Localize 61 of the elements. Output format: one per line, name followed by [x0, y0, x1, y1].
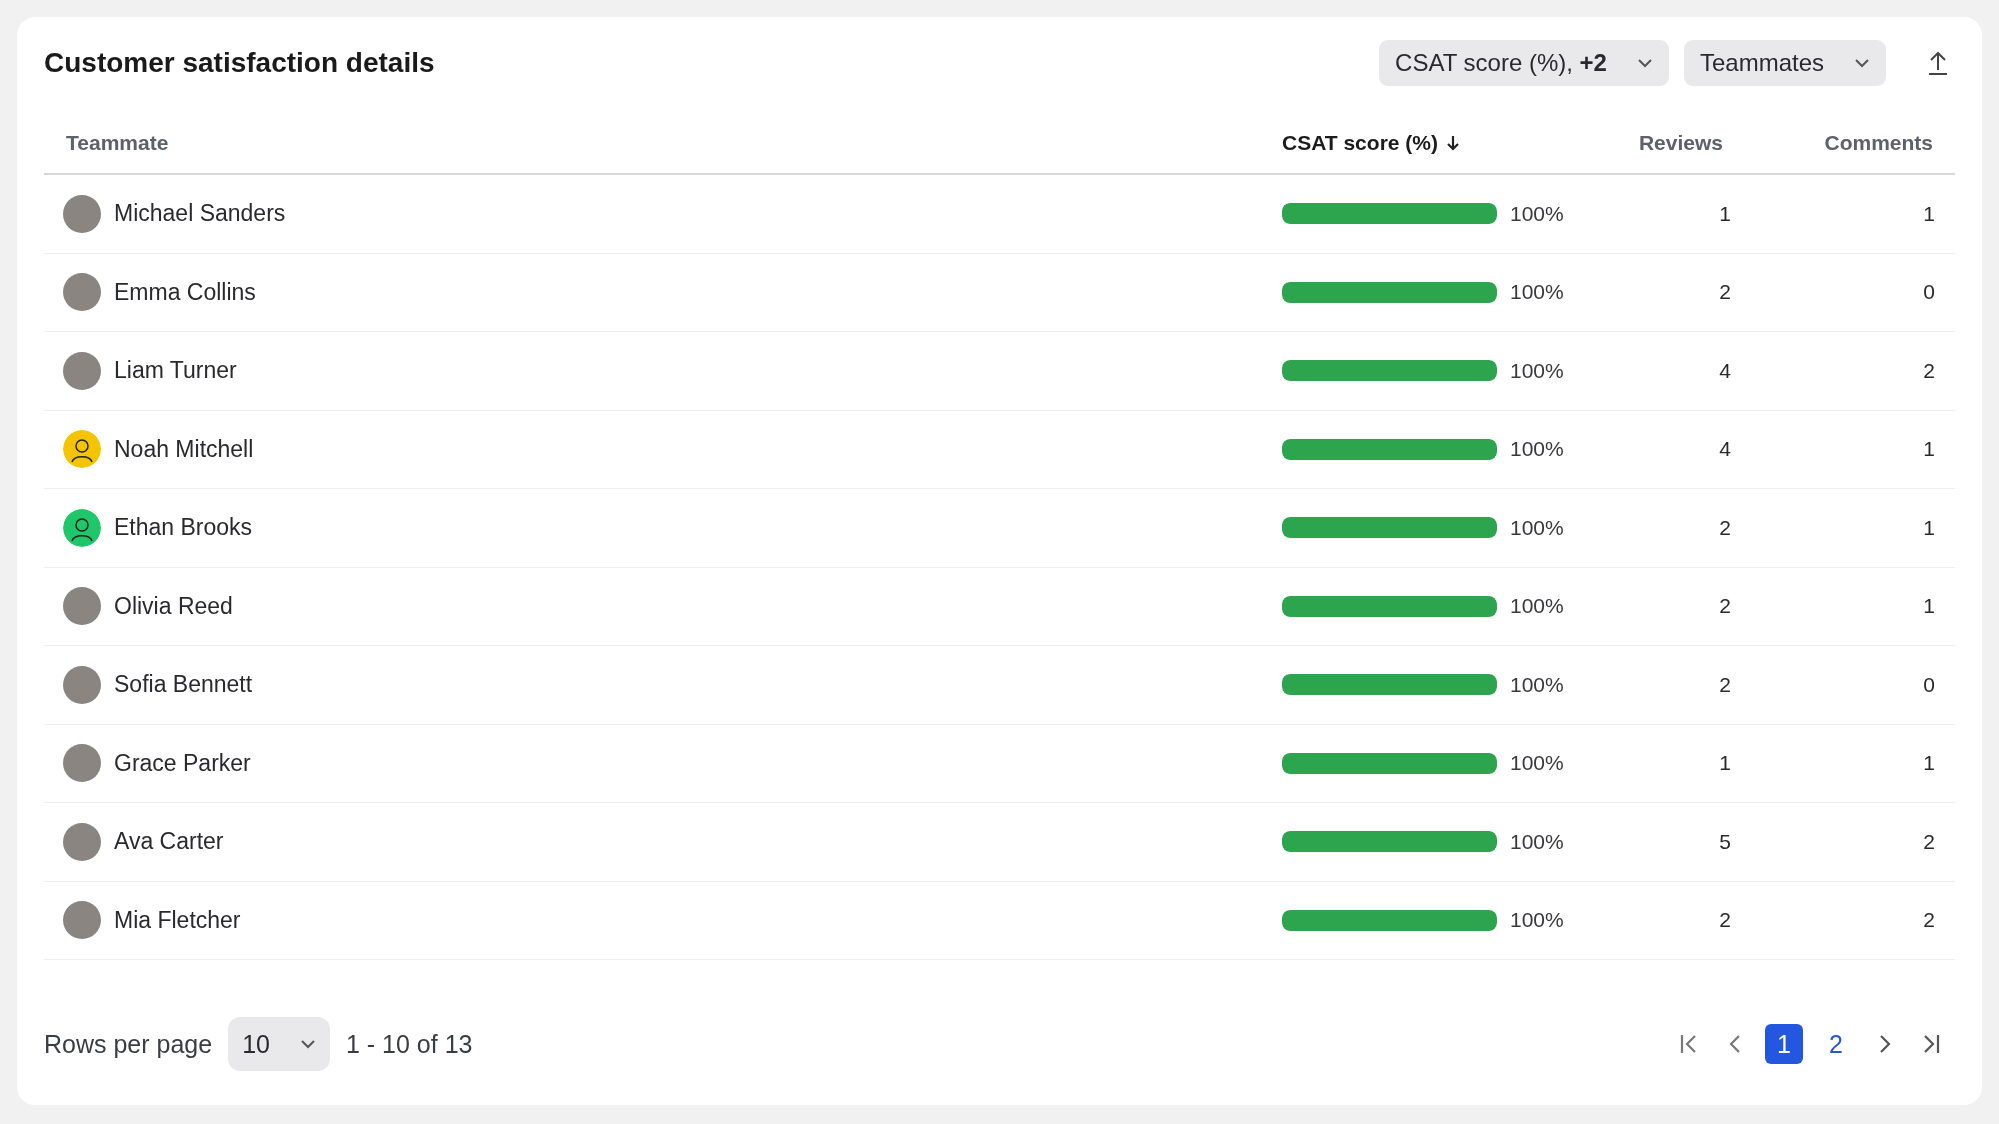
reviews-count: 4: [1719, 358, 1731, 382]
reviews-count: 2: [1719, 672, 1731, 696]
chevron-left-icon: [1728, 1033, 1742, 1055]
comments-count: 0: [1923, 280, 1935, 304]
comments-count: 2: [1923, 358, 1935, 382]
score-value: 100%: [1510, 751, 1564, 776]
comments-count: 1: [1923, 751, 1935, 775]
filter-dropdown[interactable]: CSAT score (%), +2: [1379, 40, 1669, 86]
panel-title: Customer satisfaction details: [44, 47, 435, 79]
comments-count: 0: [1923, 672, 1935, 696]
score-value: 100%: [1510, 358, 1564, 383]
teammate-name: Emma Collins: [114, 278, 256, 306]
chevron-down-icon: [1636, 58, 1653, 68]
range-label: 1 - 10 of 13: [345, 1029, 473, 1059]
reviews-count: 2: [1719, 280, 1731, 304]
page-button[interactable]: 1: [1765, 1024, 1803, 1064]
teammate-name: Noah Mitchell: [114, 435, 254, 463]
column-header[interactable]: CSAT score (%): [1282, 131, 1438, 155]
score-value: 100%: [1510, 515, 1564, 540]
page-button[interactable]: 2: [1817, 1024, 1855, 1064]
comments-count: 2: [1923, 829, 1935, 853]
column-header[interactable]: Teammate: [66, 131, 169, 155]
chevron-down-icon: [299, 1039, 316, 1049]
reviews-count: 2: [1719, 515, 1731, 539]
reviews-count: 2: [1719, 594, 1731, 618]
comments-count: 1: [1923, 437, 1935, 461]
score-value: 100%: [1510, 829, 1564, 854]
teammate-name: Liam Turner: [114, 357, 237, 385]
teammate-name: Ethan Brooks: [114, 514, 253, 542]
score-value: 100%: [1510, 672, 1564, 697]
score-value: 100%: [1510, 437, 1564, 462]
chevron-right-icon: [1878, 1033, 1892, 1055]
teammate-name: Olivia Reed: [114, 592, 233, 620]
rows-per-page-dropdown[interactable]: 10: [228, 1017, 330, 1071]
reviews-count: 4: [1719, 437, 1731, 461]
column-header[interactable]: Reviews: [1638, 131, 1723, 155]
reviews-count: 5: [1719, 829, 1731, 853]
arrow-down-icon: [1446, 134, 1460, 152]
last-page-icon: [1921, 1033, 1941, 1055]
rows-per-page-label: Rows per page: [44, 1029, 213, 1059]
teammate-name: Sofia Bennett: [114, 671, 253, 699]
score-value: 100%: [1510, 280, 1564, 305]
comments-count: 2: [1923, 908, 1935, 932]
chevron-down-icon: [1854, 58, 1870, 68]
score-value: 100%: [1510, 594, 1564, 619]
reviews-count: 1: [1719, 751, 1731, 775]
column-header[interactable]: Comments: [1824, 131, 1933, 155]
first-page-icon: [1679, 1033, 1699, 1055]
reviews-count: 2: [1719, 908, 1731, 932]
comments-count: 1: [1923, 201, 1935, 225]
comments-count: 1: [1923, 515, 1935, 539]
score-value: 100%: [1510, 201, 1564, 226]
teammate-name: Mia Fletcher: [114, 906, 241, 934]
teammate-name: Ava Carter: [114, 828, 224, 856]
teammate-name: Grace Parker: [114, 749, 251, 777]
teammate-name: Michael Sanders: [114, 200, 286, 228]
upload-icon: [1927, 50, 1949, 76]
reviews-count: 1: [1719, 201, 1731, 225]
score-value: 100%: [1510, 908, 1564, 933]
filter-dropdown[interactable]: Teammates: [1683, 40, 1886, 86]
comments-count: 1: [1923, 594, 1935, 618]
